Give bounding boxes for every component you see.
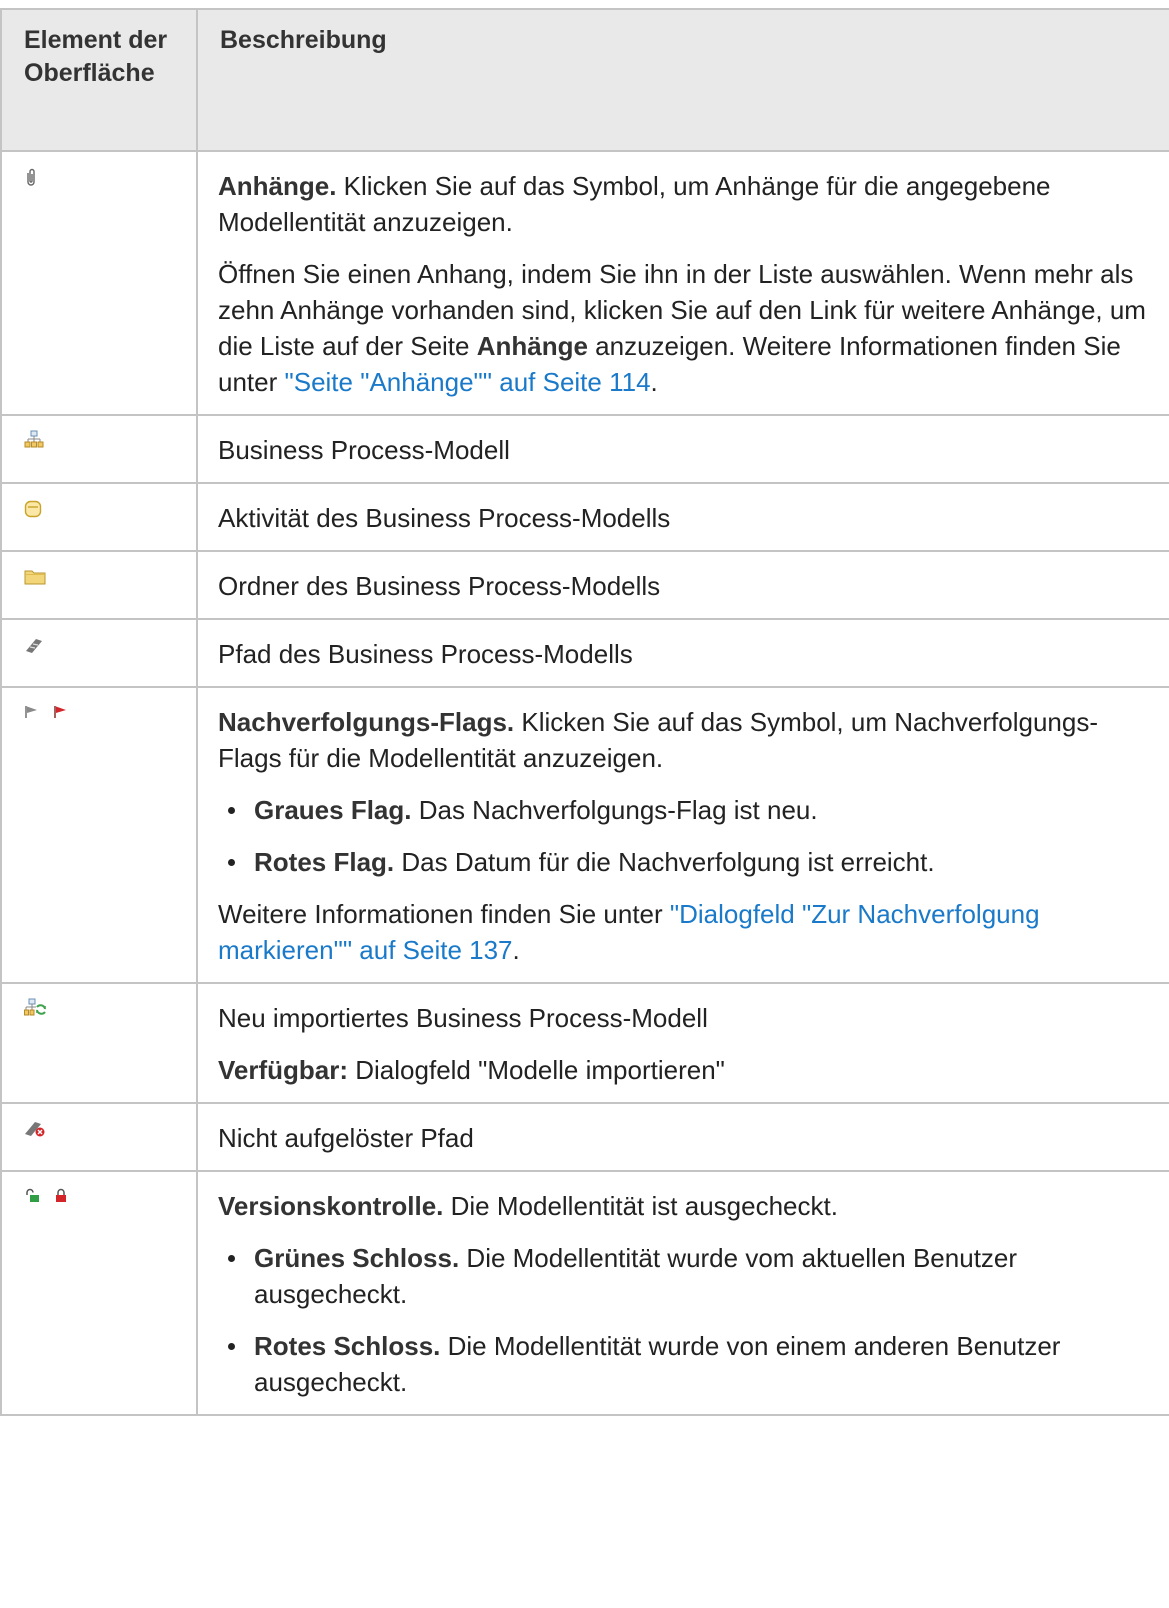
unresolved-description: Nicht aufgelöster Pfad — [196, 1102, 1169, 1172]
imported-model-icon — [24, 998, 46, 1016]
table-row: Aktivität des Business Process-Modells — [0, 482, 1169, 552]
table-row: Pfad des Business Process-Modells — [0, 618, 1169, 688]
business-process-model-icon — [24, 430, 44, 448]
path-icon — [26, 639, 42, 653]
table-row: Nachverfolgungs-Flags. Klicken Sie auf d… — [0, 686, 1169, 984]
paperclip-icon — [27, 168, 35, 186]
attachments-details: Öffnen Sie einen Anhang, indem Sie ihn i… — [218, 259, 1146, 397]
gray-flag-icon — [25, 706, 37, 718]
list-item: Grünes Schloss. Die Modellentität wurde … — [218, 1240, 1149, 1312]
red-lock-icon — [56, 1188, 67, 1202]
table-row: Anhänge. Klicken Sie auf das Symbol, um … — [0, 150, 1169, 416]
folder-description: Ordner des Business Process-Modells — [196, 550, 1169, 620]
version-title: Versionskontrolle. — [218, 1191, 444, 1221]
folder-icon — [24, 570, 46, 585]
ui-elements-table: Element der Oberfläche Beschreibung Anhä… — [0, 8, 1169, 1416]
table-row: Versionskontrolle. Die Modellentität ist… — [0, 1170, 1169, 1416]
table-row: Ordner des Business Process-Modells — [0, 550, 1169, 620]
flags-title: Nachverfolgungs-Flags. — [218, 707, 515, 737]
bpm-description: Business Process-Modell — [196, 414, 1169, 484]
table-row: Business Process-Modell — [0, 414, 1169, 484]
header-element: Element der Oberfläche — [0, 8, 198, 152]
list-item: Rotes Schloss. Die Modellentität wurde v… — [218, 1328, 1149, 1400]
imported-availability: Verfügbar: Dialogfeld "Modelle importier… — [218, 1055, 725, 1085]
path-description: Pfad des Business Process-Modells — [196, 618, 1169, 688]
activity-description: Aktivität des Business Process-Modells — [196, 482, 1169, 552]
header-description: Beschreibung — [196, 8, 1169, 152]
list-item: Rotes Flag. Das Datum für die Nachverfol… — [218, 844, 1149, 880]
flags-intro: Nachverfolgungs-Flags. Klicken Sie auf d… — [218, 707, 1098, 773]
attachments-title: Anhänge. — [218, 171, 337, 201]
list-item: Graues Flag. Das Nachverfolgungs-Flag is… — [218, 792, 1149, 828]
red-flag-icon — [54, 706, 67, 718]
flags-more-info: Weitere Informationen finden Sie unter "… — [218, 899, 1040, 965]
imported-description: Neu importiertes Business Process-Modell — [218, 1003, 708, 1033]
unresolved-path-icon — [25, 1122, 45, 1137]
green-lock-icon — [26, 1188, 39, 1202]
activity-icon — [24, 500, 42, 518]
version-intro: Versionskontrolle. Die Modellentität ist… — [218, 1191, 838, 1221]
attachments-page-link[interactable]: "Seite "Anhänge"" auf Seite 114 — [285, 367, 651, 397]
table-row: Nicht aufgelöster Pfad — [0, 1102, 1169, 1172]
table-header-row: Element der Oberfläche Beschreibung — [0, 8, 1169, 152]
attachments-intro: Anhänge. Klicken Sie auf das Symbol, um … — [218, 171, 1051, 237]
flags-list: Graues Flag. Das Nachverfolgungs-Flag is… — [218, 792, 1149, 880]
table-row: Neu importiertes Business Process-Modell… — [0, 982, 1169, 1104]
version-list: Grünes Schloss. Die Modellentität wurde … — [218, 1240, 1149, 1400]
